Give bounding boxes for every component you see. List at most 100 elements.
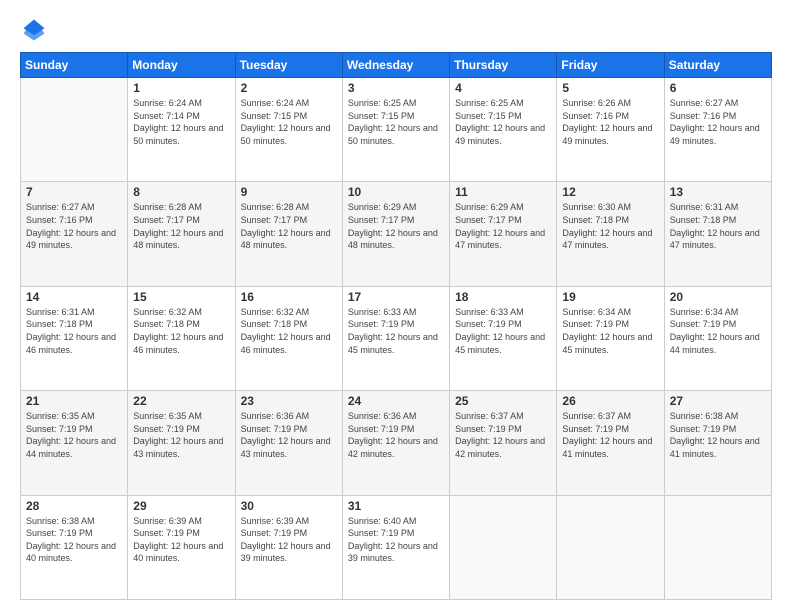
day-info: Sunrise: 6:35 AMSunset: 7:19 PMDaylight:… (133, 410, 229, 460)
calendar-header-row: SundayMondayTuesdayWednesdayThursdayFrid… (21, 53, 772, 78)
calendar-cell: 20 Sunrise: 6:34 AMSunset: 7:19 PMDayligh… (664, 286, 771, 390)
day-info: Sunrise: 6:29 AMSunset: 7:17 PMDaylight:… (455, 201, 551, 251)
day-info: Sunrise: 6:25 AMSunset: 7:15 PMDaylight:… (455, 97, 551, 147)
day-info: Sunrise: 6:30 AMSunset: 7:18 PMDaylight:… (562, 201, 658, 251)
day-info: Sunrise: 6:26 AMSunset: 7:16 PMDaylight:… (562, 97, 658, 147)
day-number: 14 (26, 290, 122, 304)
logo-icon (20, 16, 48, 44)
day-info: Sunrise: 6:31 AMSunset: 7:18 PMDaylight:… (26, 306, 122, 356)
calendar-cell: 4 Sunrise: 6:25 AMSunset: 7:15 PMDaylight… (450, 78, 557, 182)
calendar-cell: 26 Sunrise: 6:37 AMSunset: 7:19 PMDayligh… (557, 391, 664, 495)
calendar-cell (21, 78, 128, 182)
day-number: 22 (133, 394, 229, 408)
day-number: 3 (348, 81, 444, 95)
calendar-cell: 17Sunrise: 6:33 AMSunset: 7:19 PMDayligh… (342, 286, 449, 390)
day-info: Sunrise: 6:35 AMSunset: 7:19 PMDaylight:… (26, 410, 122, 460)
day-number: 29 (133, 499, 229, 513)
calendar-cell: 9 Sunrise: 6:28 AMSunset: 7:17 PMDaylight… (235, 182, 342, 286)
calendar-week-row: 1 Sunrise: 6:24 AMSunset: 7:14 PMDaylight… (21, 78, 772, 182)
day-info: Sunrise: 6:33 AMSunset: 7:19 PMDaylight:… (455, 306, 551, 356)
day-number: 24 (348, 394, 444, 408)
day-number: 4 (455, 81, 551, 95)
day-number: 10 (348, 185, 444, 199)
calendar-cell: 25 Sunrise: 6:37 AMSunset: 7:19 PMDayligh… (450, 391, 557, 495)
day-info: Sunrise: 6:39 AMSunset: 7:19 PMDaylight:… (241, 515, 337, 565)
day-number: 28 (26, 499, 122, 513)
calendar-table: SundayMondayTuesdayWednesdayThursdayFrid… (20, 52, 772, 600)
calendar-header-thursday: Thursday (450, 53, 557, 78)
day-number: 18 (455, 290, 551, 304)
calendar-cell: 30 Sunrise: 6:39 AMSunset: 7:19 PMDayligh… (235, 495, 342, 599)
calendar-cell: 29 Sunrise: 6:39 AMSunset: 7:19 PMDayligh… (128, 495, 235, 599)
day-info: Sunrise: 6:24 AMSunset: 7:15 PMDaylight:… (241, 97, 337, 147)
calendar-week-row: 21 Sunrise: 6:35 AMSunset: 7:19 PMDayligh… (21, 391, 772, 495)
day-info: Sunrise: 6:37 AMSunset: 7:19 PMDaylight:… (562, 410, 658, 460)
calendar-cell: 7Sunrise: 6:27 AMSunset: 7:16 PMDaylight… (21, 182, 128, 286)
day-info: Sunrise: 6:36 AMSunset: 7:19 PMDaylight:… (241, 410, 337, 460)
logo (20, 16, 52, 44)
day-info: Sunrise: 6:40 AMSunset: 7:19 PMDaylight:… (348, 515, 444, 565)
day-number: 9 (241, 185, 337, 199)
day-number: 5 (562, 81, 658, 95)
day-info: Sunrise: 6:28 AMSunset: 7:17 PMDaylight:… (241, 201, 337, 251)
calendar-cell (664, 495, 771, 599)
day-number: 23 (241, 394, 337, 408)
calendar-cell: 15 Sunrise: 6:32 AMSunset: 7:18 PMDayligh… (128, 286, 235, 390)
day-number: 31 (348, 499, 444, 513)
day-info: Sunrise: 6:34 AMSunset: 7:19 PMDaylight:… (670, 306, 766, 356)
calendar-cell: 19 Sunrise: 6:34 AMSunset: 7:19 PMDayligh… (557, 286, 664, 390)
day-info: Sunrise: 6:34 AMSunset: 7:19 PMDaylight:… (562, 306, 658, 356)
calendar-cell: 6Sunrise: 6:27 AMSunset: 7:16 PMDaylight… (664, 78, 771, 182)
day-info: Sunrise: 6:37 AMSunset: 7:19 PMDaylight:… (455, 410, 551, 460)
calendar-cell: 27Sunrise: 6:38 AMSunset: 7:19 PMDayligh… (664, 391, 771, 495)
calendar-cell: 16Sunrise: 6:32 AMSunset: 7:18 PMDayligh… (235, 286, 342, 390)
day-info: Sunrise: 6:27 AMSunset: 7:16 PMDaylight:… (670, 97, 766, 147)
calendar-week-row: 28 Sunrise: 6:38 AMSunset: 7:19 PMDayligh… (21, 495, 772, 599)
day-info: Sunrise: 6:29 AMSunset: 7:17 PMDaylight:… (348, 201, 444, 251)
day-number: 21 (26, 394, 122, 408)
day-info: Sunrise: 6:32 AMSunset: 7:18 PMDaylight:… (133, 306, 229, 356)
calendar-header-monday: Monday (128, 53, 235, 78)
calendar-cell: 31 Sunrise: 6:40 AMSunset: 7:19 PMDayligh… (342, 495, 449, 599)
calendar-header-sunday: Sunday (21, 53, 128, 78)
calendar-cell (450, 495, 557, 599)
day-number: 25 (455, 394, 551, 408)
calendar-cell: 5 Sunrise: 6:26 AMSunset: 7:16 PMDaylight… (557, 78, 664, 182)
calendar-cell: 13 Sunrise: 6:31 AMSunset: 7:18 PMDayligh… (664, 182, 771, 286)
day-number: 30 (241, 499, 337, 513)
calendar-week-row: 7Sunrise: 6:27 AMSunset: 7:16 PMDaylight… (21, 182, 772, 286)
day-number: 12 (562, 185, 658, 199)
day-info: Sunrise: 6:32 AMSunset: 7:18 PMDaylight:… (241, 306, 337, 356)
day-info: Sunrise: 6:28 AMSunset: 7:17 PMDaylight:… (133, 201, 229, 251)
day-info: Sunrise: 6:38 AMSunset: 7:19 PMDaylight:… (26, 515, 122, 565)
day-number: 15 (133, 290, 229, 304)
calendar-header-tuesday: Tuesday (235, 53, 342, 78)
calendar-cell (557, 495, 664, 599)
day-number: 27 (670, 394, 766, 408)
day-number: 7 (26, 185, 122, 199)
calendar-header-wednesday: Wednesday (342, 53, 449, 78)
day-info: Sunrise: 6:24 AMSunset: 7:14 PMDaylight:… (133, 97, 229, 147)
calendar-cell: 2 Sunrise: 6:24 AMSunset: 7:15 PMDaylight… (235, 78, 342, 182)
day-number: 13 (670, 185, 766, 199)
day-number: 2 (241, 81, 337, 95)
day-number: 11 (455, 185, 551, 199)
day-number: 19 (562, 290, 658, 304)
calendar-cell: 3 Sunrise: 6:25 AMSunset: 7:15 PMDaylight… (342, 78, 449, 182)
calendar-cell: 24Sunrise: 6:36 AMSunset: 7:19 PMDayligh… (342, 391, 449, 495)
calendar-cell: 11 Sunrise: 6:29 AMSunset: 7:17 PMDayligh… (450, 182, 557, 286)
day-info: Sunrise: 6:25 AMSunset: 7:15 PMDaylight:… (348, 97, 444, 147)
calendar-cell: 21 Sunrise: 6:35 AMSunset: 7:19 PMDayligh… (21, 391, 128, 495)
calendar-cell: 23 Sunrise: 6:36 AMSunset: 7:19 PMDayligh… (235, 391, 342, 495)
day-number: 26 (562, 394, 658, 408)
day-info: Sunrise: 6:31 AMSunset: 7:18 PMDaylight:… (670, 201, 766, 251)
calendar-header-friday: Friday (557, 53, 664, 78)
calendar-cell: 10 Sunrise: 6:29 AMSunset: 7:17 PMDayligh… (342, 182, 449, 286)
calendar-cell: 14 Sunrise: 6:31 AMSunset: 7:18 PMDayligh… (21, 286, 128, 390)
day-number: 20 (670, 290, 766, 304)
calendar-cell: 1 Sunrise: 6:24 AMSunset: 7:14 PMDaylight… (128, 78, 235, 182)
calendar-cell: 12 Sunrise: 6:30 AMSunset: 7:18 PMDayligh… (557, 182, 664, 286)
day-number: 17 (348, 290, 444, 304)
day-info: Sunrise: 6:39 AMSunset: 7:19 PMDaylight:… (133, 515, 229, 565)
day-number: 1 (133, 81, 229, 95)
